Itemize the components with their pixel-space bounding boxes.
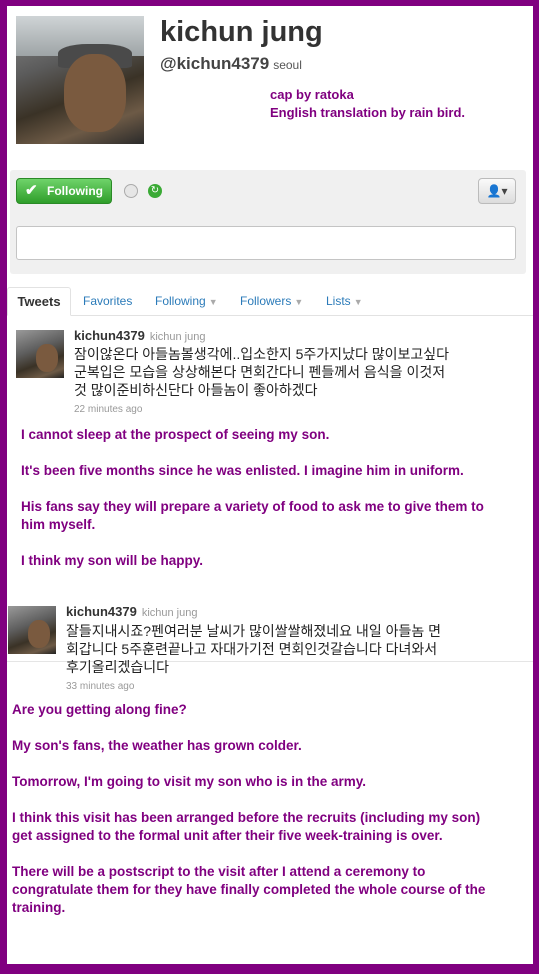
tab-favorites[interactable]: Favorites [83,294,132,308]
following-label: Following [47,184,103,198]
tweet-avatar[interactable] [16,330,64,378]
profile-avatar[interactable] [16,16,144,144]
tweet-text: 잠이않온다 아들놈볼생각에..입소한지 5주가지났다 많이보고싶다 군복입은 모… [74,346,449,398]
tweet-fullname: kichun jung [141,607,198,619]
caret-down-icon: ▼ [294,297,304,307]
tab-tweets[interactable]: Tweets [7,287,71,316]
profile-location: seoul [273,58,302,72]
tweet-avatar[interactable] [8,606,56,654]
credit-translation: English translation by rain bird. [270,105,466,120]
tweet-translation: I cannot sleep at the prospect of seeing… [21,427,484,568]
profile-handle: @kichun4379 seoul [160,54,302,74]
following-button[interactable]: ✔ Following [16,178,112,204]
tweet-translation: Are you getting along fine? My son's fan… [12,702,486,915]
tweet-text: 잘들지내시죠?펜여러분 날씨가 많이쌀쌀해졌네요 내일 아들놈 면 회갑니다 5… [66,623,441,675]
device-icon[interactable] [124,184,138,198]
retweet-icon[interactable]: ↻ [148,184,162,198]
tweet-username: kichun4379 [66,604,137,619]
tweet-author[interactable]: kichun4379 kichun jung [66,604,197,619]
tweet-timestamp[interactable]: 22 minutes ago [74,404,142,415]
caret-down-icon: ▼ [353,297,363,307]
handle-text: @kichun4379 [160,54,270,73]
tab-label: Following [155,294,206,308]
credit-cap: cap by ratoka [270,87,354,102]
user-actions-dropdown[interactable]: 👤▾ [478,178,516,204]
tab-label: Followers [240,294,292,308]
tweet-author[interactable]: kichun4379 kichun jung [74,328,205,343]
profile-name: kichun jung [160,16,323,48]
tab-label: Lists [326,294,351,308]
tweet-fullname: kichun jung [149,331,206,343]
person-icon: 👤 [486,184,502,198]
tweet-input[interactable] [16,226,516,260]
tab-label: Favorites [83,294,133,308]
check-icon: ✔ [25,182,38,199]
tabs-divider [7,315,533,316]
tab-lists[interactable]: Lists ▼ [326,294,363,308]
tab-followers[interactable]: Followers ▼ [240,294,303,308]
tab-following[interactable]: Following ▼ [155,294,218,308]
tweet-timestamp[interactable]: 33 minutes ago [66,681,134,692]
caret-down-icon: ▼ [208,297,218,307]
caret-down-icon: ▾ [501,184,508,198]
tweet-username: kichun4379 [74,328,145,343]
